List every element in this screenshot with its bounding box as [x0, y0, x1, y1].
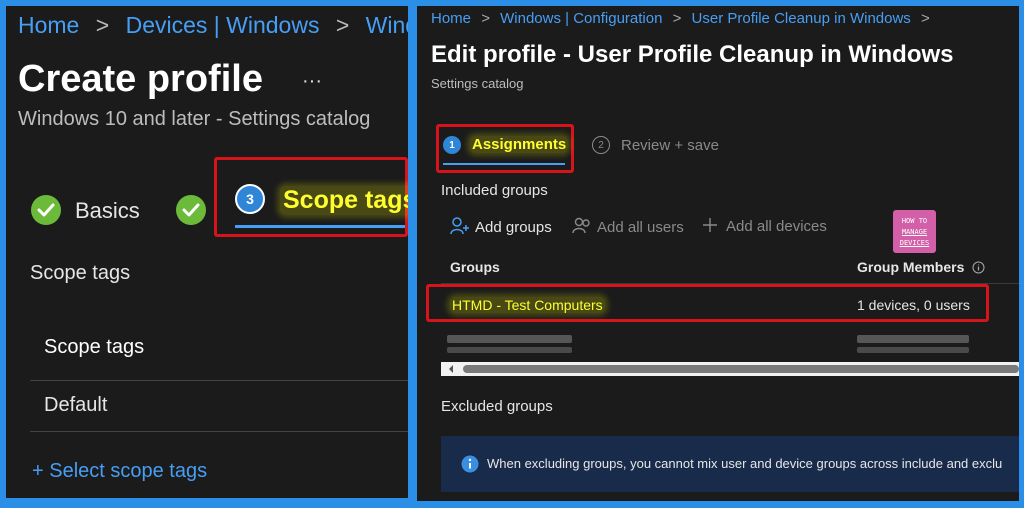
page-title: Create profile: [18, 58, 263, 100]
breadcrumb-profile[interactable]: User Profile Cleanup in Windows: [692, 10, 911, 27]
column-header-groups[interactable]: Groups: [450, 259, 500, 275]
step-basics-label[interactable]: Basics: [75, 198, 140, 224]
redacted-group-name: [447, 335, 572, 343]
excluded-groups-heading: Excluded groups: [441, 398, 553, 415]
tab-2-number-icon: 2: [592, 136, 610, 154]
chevron-right-icon: >: [672, 10, 682, 27]
add-all-devices-button[interactable]: Add all devices: [702, 217, 827, 235]
edit-profile-panel: Home > Windows | Configuration > User Pr…: [417, 6, 1019, 501]
column-header-group-members[interactable]: Group Members: [857, 259, 985, 275]
add-groups-button[interactable]: Add groups: [450, 217, 552, 236]
add-user-icon: [450, 217, 469, 235]
plus-icon: [703, 218, 717, 232]
active-tab-underline: [443, 163, 565, 165]
horizontal-scrollbar[interactable]: [441, 362, 1019, 376]
redacted-group-name: [447, 347, 572, 353]
breadcrumb-windows[interactable]: Windo: [366, 12, 408, 38]
breadcrumb: Home > Windows | Configuration > User Pr…: [431, 10, 936, 27]
tab-1-number-icon: 1: [443, 136, 461, 154]
info-icon[interactable]: [972, 261, 985, 274]
step-3-number-icon: 3: [235, 184, 265, 214]
redacted-group-members: [857, 347, 969, 353]
how-to-manage-devices-logo: HOW TO MANAGE DEVICES: [893, 210, 936, 253]
page-subtitle: Settings catalog: [431, 76, 524, 91]
more-options-button[interactable]: ···: [302, 70, 322, 93]
breadcrumb-windows-configuration[interactable]: Windows | Configuration: [500, 10, 662, 27]
chevron-right-icon: >: [481, 10, 490, 27]
table-row-default: Default: [44, 394, 108, 416]
tab-assignments[interactable]: Assignments: [470, 136, 569, 153]
breadcrumb-devices-windows[interactable]: Devices | Windows: [126, 12, 320, 38]
info-banner: When excluding groups, you cannot mix us…: [441, 436, 1019, 492]
chevron-right-icon: >: [95, 12, 110, 38]
breadcrumb-home[interactable]: Home: [431, 10, 471, 27]
breadcrumb: Home > Devices | Windows > Windo: [18, 12, 408, 39]
info-circle-icon: [461, 455, 479, 473]
step-scope-tags-label[interactable]: Scope tags: [280, 186, 408, 215]
table-divider: [30, 380, 408, 381]
group-members-count: 1 devices, 0 users: [857, 297, 970, 313]
scope-tags-section-heading: Scope tags: [30, 262, 131, 284]
users-icon: [572, 217, 590, 234]
page-subtitle: Windows 10 and later - Settings catalog: [18, 108, 371, 130]
step-basics-complete-icon: [31, 195, 61, 225]
breadcrumb-home[interactable]: Home: [18, 12, 79, 38]
chevron-right-icon: >: [920, 10, 930, 27]
group-name-htmd-test-computers[interactable]: HTMD - Test Computers: [450, 297, 605, 313]
redacted-group-members: [857, 335, 969, 343]
scroll-left-icon[interactable]: [446, 362, 456, 376]
table-header-scope-tags: Scope tags: [44, 336, 145, 358]
included-groups-heading: Included groups: [441, 182, 548, 199]
table-divider: [30, 431, 408, 432]
page-title: Edit profile - User Profile Cleanup in W…: [431, 41, 954, 68]
tab-review-save[interactable]: Review + save: [621, 137, 719, 154]
step-configuration-complete-icon[interactable]: [176, 195, 206, 225]
scrollbar-thumb[interactable]: [463, 365, 1019, 373]
info-banner-text: When excluding groups, you cannot mix us…: [487, 456, 1003, 471]
create-profile-panel: Home > Devices | Windows > Windo Create …: [6, 6, 408, 498]
active-step-underline: [235, 225, 405, 228]
chevron-right-icon: >: [335, 12, 350, 38]
select-scope-tags-link[interactable]: + Select scope tags: [32, 460, 207, 483]
add-all-users-button[interactable]: Add all users: [572, 217, 684, 236]
